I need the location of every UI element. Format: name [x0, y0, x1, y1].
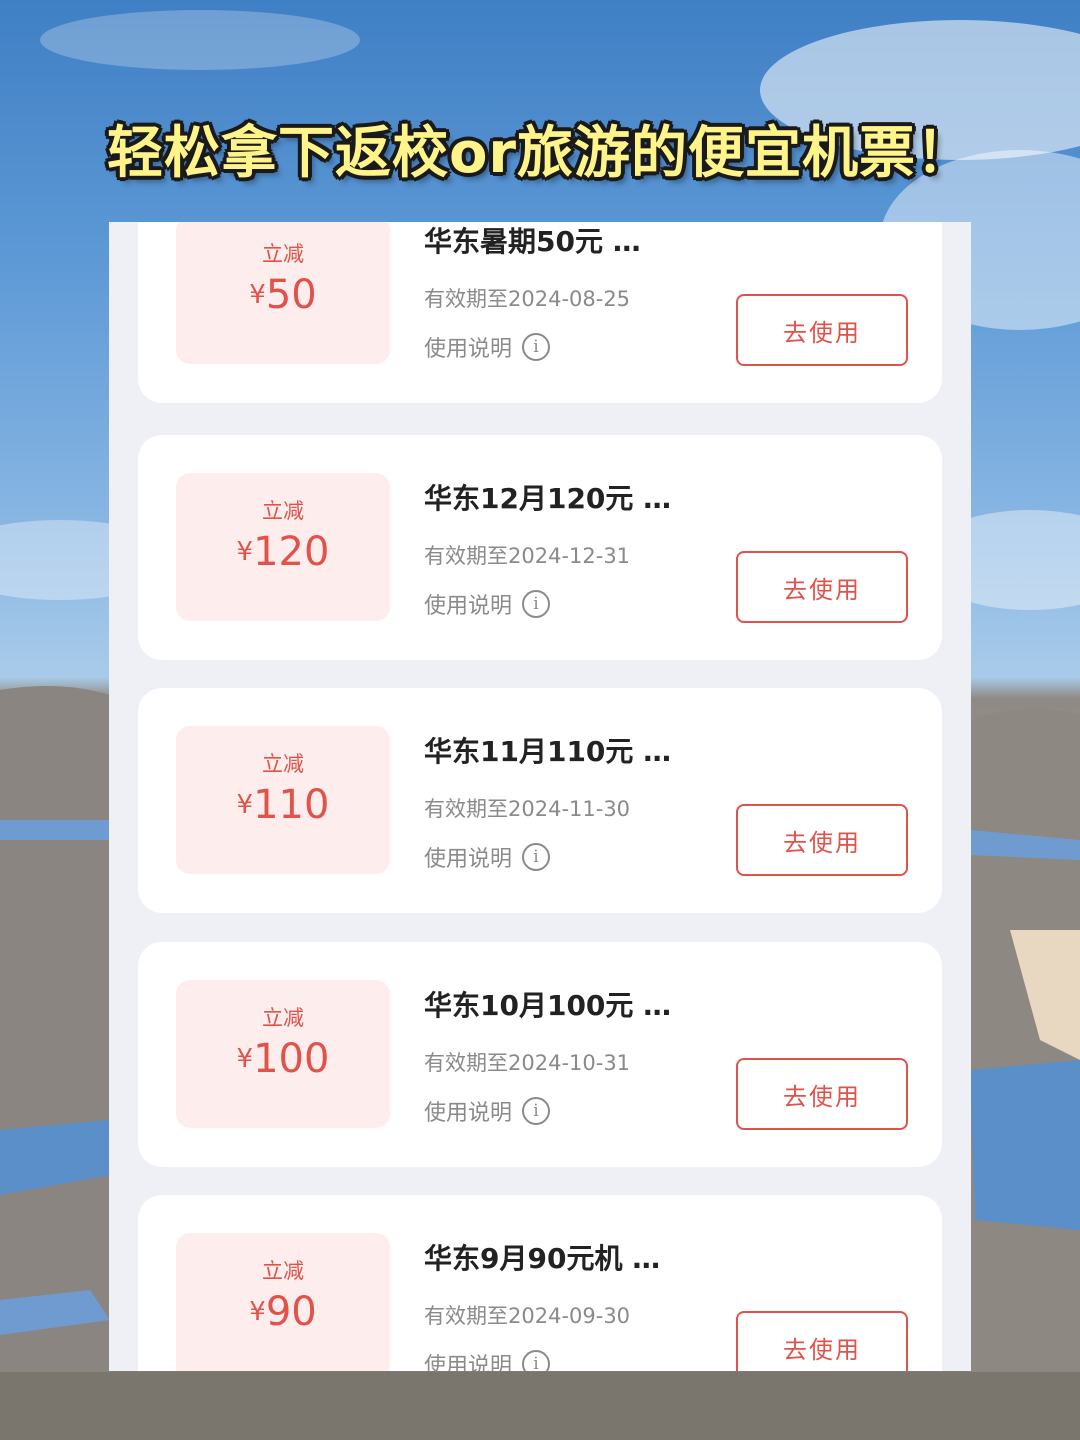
- coupon-card[interactable]: 立减 ¥50 华东暑期50元 … 有效期至2024-08-25 使用说明 i 去…: [138, 222, 942, 403]
- discount-label: 立减: [262, 1006, 304, 1030]
- discount-label: 立减: [262, 242, 304, 266]
- discount-value: 90: [265, 1289, 317, 1335]
- usage-instructions-link[interactable]: 使用说明 i: [424, 1095, 551, 1127]
- use-coupon-button[interactable]: 去使用: [736, 294, 908, 366]
- coupon-title[interactable]: 华东11月110元 …: [424, 730, 671, 770]
- currency-symbol: ¥: [249, 280, 266, 310]
- discount-badge: 立减 ¥50: [176, 222, 390, 364]
- usage-instructions-label: 使用说明: [424, 337, 513, 362]
- use-coupon-button[interactable]: 去使用: [736, 551, 908, 623]
- coupon-title[interactable]: 华东9月90元机 …: [424, 1237, 660, 1277]
- discount-value: 50: [265, 272, 317, 318]
- coupon-list[interactable]: 立减 ¥50 华东暑期50元 … 有效期至2024-08-25 使用说明 i 去…: [109, 222, 971, 1371]
- coupon-validity: 有效期至2024-12-31: [424, 544, 631, 568]
- usage-instructions-label: 使用说明: [424, 847, 513, 872]
- coupon-card[interactable]: 立减 ¥90 华东9月90元机 … 有效期至2024-09-30 使用说明 i …: [138, 1195, 942, 1371]
- discount-amount: ¥110: [176, 782, 390, 828]
- coupon-title[interactable]: 华东12月120元 …: [424, 477, 671, 517]
- discount-badge: 立减 ¥90: [176, 1233, 390, 1371]
- use-coupon-button[interactable]: 去使用: [736, 804, 908, 876]
- coupon-title[interactable]: 华东暑期50元 …: [424, 222, 641, 260]
- coupon-card[interactable]: 立减 ¥110 华东11月110元 … 有效期至2024-11-30 使用说明 …: [138, 688, 942, 913]
- discount-amount: ¥100: [176, 1036, 390, 1082]
- usage-instructions-link[interactable]: 使用说明 i: [424, 331, 551, 363]
- usage-instructions-link[interactable]: 使用说明 i: [424, 841, 551, 873]
- discount-badge: 立减 ¥100: [176, 980, 390, 1128]
- currency-symbol: ¥: [249, 1297, 266, 1327]
- headline: 轻松拿下返校or旅游的便宜机票！: [106, 121, 974, 186]
- info-circle-icon[interactable]: i: [522, 843, 551, 871]
- discount-badge: 立减 ¥120: [176, 473, 390, 621]
- discount-amount: ¥50: [176, 272, 390, 318]
- use-coupon-button[interactable]: 去使用: [736, 1058, 908, 1130]
- discount-value: 120: [253, 529, 330, 575]
- discount-amount: ¥120: [176, 529, 390, 575]
- info-circle-icon[interactable]: i: [522, 1350, 551, 1371]
- info-circle-icon[interactable]: i: [522, 1097, 551, 1125]
- info-circle-icon[interactable]: i: [522, 333, 551, 361]
- coupon-validity: 有效期至2024-11-30: [424, 797, 631, 821]
- usage-instructions-label: 使用说明: [424, 1101, 513, 1126]
- discount-value: 100: [253, 1036, 330, 1082]
- discount-badge: 立减 ¥110: [176, 726, 390, 874]
- discount-amount: ¥90: [176, 1289, 390, 1335]
- discount-label: 立减: [262, 1259, 304, 1283]
- use-coupon-button[interactable]: 去使用: [736, 1311, 908, 1371]
- currency-symbol: ¥: [236, 790, 254, 820]
- coupon-title[interactable]: 华东10月100元 …: [424, 984, 671, 1024]
- usage-instructions-link[interactable]: 使用说明 i: [424, 588, 551, 620]
- discount-label: 立减: [262, 499, 304, 523]
- coupon-card[interactable]: 立减 ¥120 华东12月120元 … 有效期至2024-12-31 使用说明 …: [138, 435, 942, 660]
- coupon-validity: 有效期至2024-08-25: [424, 287, 631, 311]
- info-circle-icon[interactable]: i: [522, 590, 551, 618]
- coupon-validity: 有效期至2024-10-31: [424, 1051, 631, 1075]
- currency-symbol: ¥: [236, 1044, 254, 1074]
- currency-symbol: ¥: [236, 537, 254, 567]
- usage-instructions-label: 使用说明: [424, 594, 513, 619]
- discount-label: 立减: [262, 752, 304, 776]
- coupon-card[interactable]: 立减 ¥100 华东10月100元 … 有效期至2024-10-31 使用说明 …: [138, 942, 942, 1167]
- discount-value: 110: [253, 782, 330, 828]
- usage-instructions-label: 使用说明: [424, 1354, 513, 1371]
- coupon-validity: 有效期至2024-09-30: [424, 1304, 631, 1328]
- usage-instructions-link[interactable]: 使用说明 i: [424, 1348, 551, 1371]
